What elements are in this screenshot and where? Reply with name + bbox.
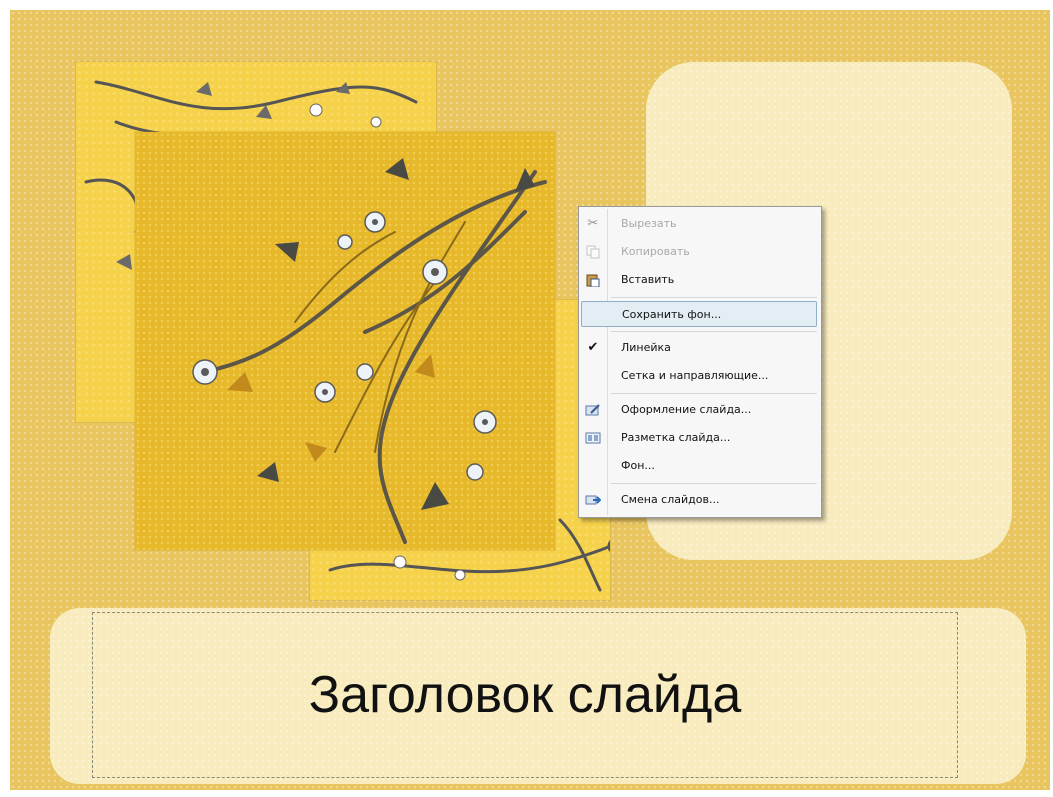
menu-item-label: Фон... bbox=[621, 459, 655, 472]
menu-item-save-background[interactable]: Сохранить фон... bbox=[581, 301, 817, 327]
slide-transition-icon bbox=[585, 492, 601, 508]
slide-design-icon bbox=[585, 402, 601, 418]
menu-item-slide-transition[interactable]: Смена слайдов... bbox=[581, 487, 817, 513]
menu-item-background[interactable]: Фон... bbox=[581, 453, 817, 479]
menu-item-label: Линейка bbox=[621, 341, 671, 354]
menu-separator bbox=[611, 297, 817, 298]
menu-item-copy[interactable]: Копировать bbox=[581, 239, 817, 265]
slide-title[interactable]: Заголовок слайда bbox=[93, 665, 957, 725]
menu-item-grid-and-guides[interactable]: Сетка и направляющие... bbox=[581, 363, 817, 389]
checkmark-icon: ✔ bbox=[587, 340, 599, 355]
floral-branch-graphic bbox=[192, 158, 547, 544]
menu-item-slide-layout[interactable]: Разметка слайда... bbox=[581, 425, 817, 451]
context-menu: ✂ Вырезать Копировать Вставить Сохранить… bbox=[578, 206, 822, 518]
title-selection-frame: Заголовок слайда bbox=[92, 612, 958, 778]
menu-item-paste[interactable]: Вставить bbox=[581, 267, 817, 293]
menu-item-label: Вырезать bbox=[621, 217, 677, 230]
slide-layout-icon bbox=[585, 430, 601, 446]
menu-item-label: Сетка и направляющие... bbox=[621, 369, 769, 382]
menu-separator bbox=[611, 331, 817, 332]
menu-item-label: Сохранить фон... bbox=[622, 308, 722, 321]
paste-icon bbox=[585, 272, 601, 288]
menu-item-ruler[interactable]: ✔ Линейка bbox=[581, 335, 817, 361]
floral-photo-front[interactable] bbox=[135, 132, 555, 550]
menu-separator bbox=[611, 393, 817, 394]
menu-separator bbox=[611, 483, 817, 484]
menu-item-cut[interactable]: ✂ Вырезать bbox=[581, 211, 817, 237]
menu-item-label: Оформление слайда... bbox=[621, 403, 752, 416]
menu-item-slide-design[interactable]: Оформление слайда... bbox=[581, 397, 817, 423]
scissors-icon: ✂ bbox=[587, 216, 599, 231]
slide-canvas[interactable]: Заголовок слайда bbox=[10, 10, 1050, 790]
title-placeholder[interactable]: Заголовок слайда bbox=[50, 608, 1026, 784]
menu-item-label: Смена слайдов... bbox=[621, 493, 720, 506]
menu-item-label: Вставить bbox=[621, 273, 675, 286]
copy-icon bbox=[585, 244, 601, 260]
menu-item-label: Копировать bbox=[621, 245, 690, 258]
menu-item-label: Разметка слайда... bbox=[621, 431, 731, 444]
